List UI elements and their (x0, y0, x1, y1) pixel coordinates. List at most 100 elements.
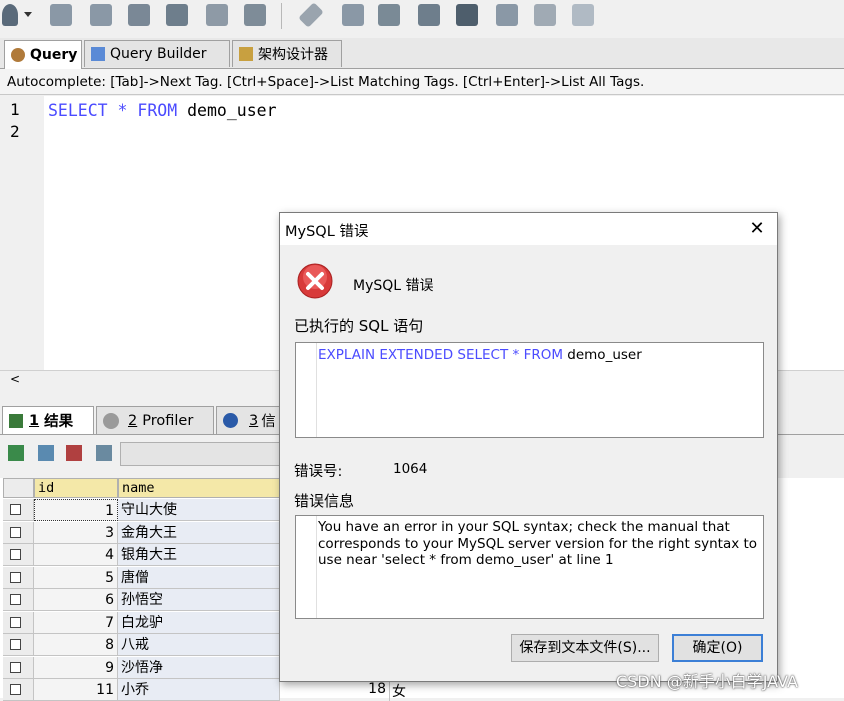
table-grid-icon[interactable] (206, 4, 228, 26)
row-select-checkbox[interactable] (10, 571, 21, 583)
schema-designer-icon[interactable] (572, 4, 594, 26)
tab-profiler-label: Profiler (142, 412, 194, 429)
row-select-checkbox[interactable] (10, 594, 21, 605)
save-to-text-file-button[interactable]: 保存到文本文件(S)... (511, 634, 659, 662)
tab-results-label: 结果 (44, 414, 74, 430)
error-box-gutter (296, 516, 317, 618)
grid-cell-name[interactable]: 孙悟空 (118, 589, 280, 611)
database-backup-icon[interactable] (128, 4, 150, 26)
tab-profiler[interactable]: 2 Profiler (96, 406, 214, 434)
ok-button[interactable]: 确定(O) (672, 634, 763, 662)
tab-schema-designer[interactable]: 架构设计器 (232, 40, 342, 67)
row-select-checkbox[interactable] (10, 526, 21, 538)
dialog-heading: MySQL 错误 (353, 278, 434, 294)
refresh-icon[interactable] (96, 445, 112, 461)
error-icon (297, 263, 333, 299)
schema-designer-tab-icon (239, 47, 253, 61)
tab-query-label: Query (30, 47, 78, 63)
sql-keyword: EXPLAIN EXTENDED SELECT (318, 347, 509, 363)
line-number: 2 (10, 122, 20, 141)
import-icon[interactable] (418, 4, 440, 26)
grid-cell-name[interactable]: 唐僧 (118, 566, 280, 589)
row-select-checkbox[interactable] (10, 504, 21, 515)
row-select-checkbox[interactable] (10, 549, 21, 560)
row-select-checkbox[interactable] (10, 616, 21, 628)
grid-cell-id[interactable]: 9 (34, 656, 118, 679)
grid-cell-name[interactable]: 白龙驴 (118, 611, 280, 634)
row-select-checkbox[interactable] (10, 639, 21, 650)
tab-info[interactable]: 3 信 (216, 406, 286, 434)
profiler-icon (103, 412, 119, 429)
result-filter-input[interactable] (120, 442, 290, 466)
grid-cell-id[interactable]: 6 (34, 589, 118, 611)
sql-table-name: demo_user (567, 347, 642, 363)
tab-schema-designer-label: 架构设计器 (258, 47, 328, 63)
info-icon (223, 413, 238, 428)
tab-results-num: 1 (29, 412, 40, 429)
executed-sql-box[interactable]: EXPLAIN EXTENDED SELECT * FROM demo_user (295, 342, 764, 438)
query-tab-bar: Query Query Builder 架构设计器 (0, 38, 844, 69)
error-info-text: You have an error in your SQL syntax; ch… (318, 519, 758, 568)
results-icon (9, 413, 23, 428)
sql-star: * (512, 347, 520, 363)
grid-cell-name[interactable]: 金角大王 (118, 521, 280, 544)
grid-cell-name[interactable]: 守山大使 (118, 499, 280, 521)
line-number-gutter: 1 2 (0, 96, 44, 370)
query-icon (11, 48, 25, 62)
database-sync-icon[interactable] (342, 4, 364, 26)
grid-view-icon[interactable] (534, 4, 556, 26)
wrench-icon[interactable] (298, 2, 324, 28)
schema-sync-icon[interactable] (378, 4, 400, 26)
main-toolbar (0, 0, 844, 38)
tab-query-builder[interactable]: Query Builder (84, 40, 230, 67)
column-header-id[interactable]: id (34, 478, 118, 498)
mysql-error-dialog: MySQL 错误 ✕ MySQL 错误 已执行的 SQL 语句 EXPLAIN … (279, 212, 778, 682)
error-info-label: 错误信息 (294, 492, 355, 510)
tab-query[interactable]: Query (4, 40, 82, 69)
grid-corner (3, 478, 34, 498)
database-copy-icon[interactable] (90, 4, 112, 26)
sql-box-gutter (296, 343, 317, 437)
executed-sql-label: 已执行的 SQL 语句 (294, 317, 424, 335)
grid-cell-name[interactable]: 银角大王 (118, 544, 280, 566)
sql-code-line[interactable]: SELECT * FROM demo_user (48, 101, 277, 120)
error-number-label: 错误号: (294, 464, 343, 480)
sql-star: * (117, 101, 128, 120)
tab-query-builder-label: Query Builder (110, 46, 207, 62)
tab-info-num: 3 (249, 412, 259, 429)
close-icon[interactable]: ✕ (746, 218, 768, 240)
grid-cell-id[interactable]: 8 (34, 634, 118, 656)
sql-keyword: SELECT (48, 101, 108, 120)
query-builder-icon (91, 47, 105, 61)
row-select-checkbox[interactable] (10, 661, 21, 673)
table-icon[interactable] (166, 4, 188, 26)
grid-cell-name[interactable]: 沙悟净 (118, 656, 280, 679)
row-select-checkbox[interactable] (10, 684, 21, 695)
grid-cell-id[interactable]: 7 (34, 611, 118, 634)
delete-row-icon[interactable] (66, 445, 82, 461)
sql-table-name: demo_user (187, 101, 277, 120)
user-icon[interactable] (2, 4, 18, 26)
grid-cell-id[interactable]: 1 (34, 499, 118, 521)
column-header-name[interactable]: name (118, 478, 280, 498)
monitor-icon[interactable] (496, 4, 518, 26)
error-number: 1064 (393, 461, 428, 477)
grid-cell-id[interactable]: 3 (34, 521, 118, 544)
dropdown-arrow-icon[interactable] (24, 12, 32, 17)
tab-results[interactable]: 1 结果 (2, 406, 94, 434)
watermark: CSDN @新手小白学JAVA (616, 672, 798, 691)
save-row-icon[interactable] (38, 445, 54, 461)
autocomplete-hint: Autocomplete: [Tab]->Next Tag. [Ctrl+Spa… (0, 69, 844, 95)
database-add-icon[interactable] (50, 4, 72, 26)
scroll-left-icon[interactable]: < (10, 372, 20, 386)
add-row-icon[interactable] (8, 445, 24, 461)
toolbar-separator (281, 3, 282, 29)
grid-cell-id[interactable]: 4 (34, 544, 118, 566)
grid-cell-sex[interactable]: 女 (389, 681, 468, 701)
grid-cell-id[interactable]: 5 (34, 566, 118, 589)
grid-cell-name[interactable]: 八戒 (118, 634, 280, 656)
table-edit-icon[interactable] (244, 4, 266, 26)
export-icon[interactable] (456, 4, 478, 26)
error-info-box[interactable]: You have an error in your SQL syntax; ch… (295, 515, 764, 619)
grid-cell-age[interactable]: 18 (360, 681, 386, 697)
